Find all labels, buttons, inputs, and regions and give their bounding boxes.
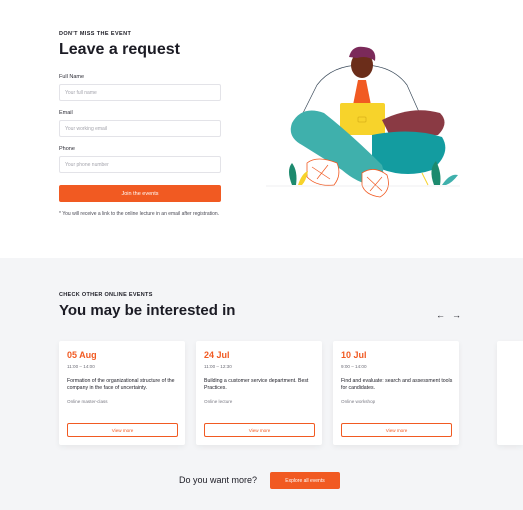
event-time: 11:00 – 12:30 — [204, 364, 232, 369]
more-question: Do you want more? — [179, 475, 258, 485]
full-name-input[interactable] — [59, 84, 221, 101]
email-label: Email — [59, 110, 73, 116]
event-date: 24 Jul — [204, 350, 230, 360]
event-card: 05 Aug 11:00 – 14:00 Formation of the or… — [59, 341, 185, 445]
view-more-button[interactable]: View more — [341, 423, 452, 437]
event-card: 10 Jul 9:00 – 14:00 Find and evaluate: s… — [333, 341, 459, 445]
phone-input[interactable] — [59, 156, 221, 173]
events-eyebrow: CHECK OTHER ONLINE EVENTS — [59, 292, 153, 298]
person-with-laptop-illustration — [266, 46, 460, 198]
page-title: Leave a request — [59, 41, 180, 58]
event-title: Building a customer service department. … — [204, 378, 309, 391]
phone-label: Phone — [59, 146, 75, 152]
registration-note: * You will receive a link to the online … — [59, 211, 220, 217]
explore-all-events-button[interactable]: Explore all events — [270, 472, 340, 489]
event-type: Online master-class — [67, 399, 108, 404]
event-type: Online workshop — [341, 399, 376, 404]
event-time: 11:00 – 14:00 — [67, 364, 95, 369]
view-more-button[interactable]: View more — [67, 423, 178, 437]
events-title: You may be interested in — [59, 302, 236, 319]
email-input[interactable] — [59, 120, 221, 137]
event-title: Find and evaluate: search and assessment… — [341, 378, 453, 391]
view-more-button[interactable]: View more — [204, 423, 315, 437]
event-date: 10 Jul — [341, 350, 367, 360]
arrow-left-icon[interactable]: ← — [436, 310, 445, 320]
full-name-label: Full Name — [59, 74, 85, 80]
event-title: Formation of the organizational structur… — [67, 378, 175, 391]
event-time: 9:00 – 14:00 — [341, 364, 367, 369]
request-eyebrow: DON'T MISS THE EVENT — [59, 31, 132, 37]
event-card: 24 Jul 11:00 – 12:30 Building a customer… — [196, 341, 322, 445]
next-card-peek — [497, 341, 523, 445]
event-date: 05 Aug — [67, 350, 97, 360]
join-events-button[interactable]: Join the events — [59, 185, 221, 202]
arrow-right-icon[interactable]: → — [452, 310, 461, 320]
event-type: Online lecture — [204, 399, 233, 404]
